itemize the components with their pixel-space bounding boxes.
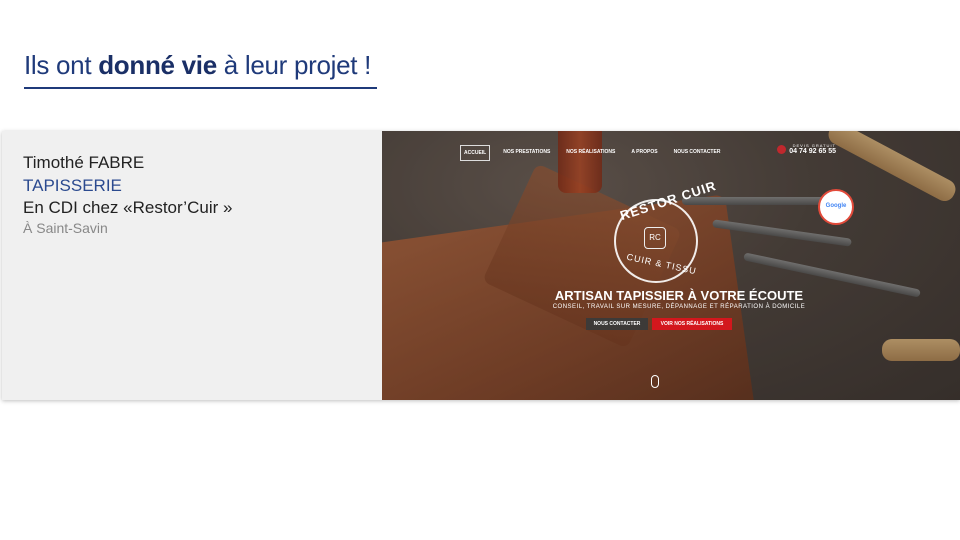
phone-number[interactable]: 04 74 92 65 55: [789, 148, 836, 155]
nav-contact[interactable]: NOUS CONTACTER: [671, 145, 724, 161]
nav-a-propos[interactable]: A PROPOS: [628, 145, 660, 161]
title-part2: à leur projet !: [216, 50, 372, 80]
phone-icon: [777, 145, 786, 154]
website-screenshot: ACCUEIL NOS PRESTATIONS NOS RÉALISATIONS…: [382, 131, 960, 400]
hero-subline-text: CONSEIL, TRAVAIL SUR MESURE, DÉPANNAGE E…: [552, 304, 806, 310]
testimonial-card: Timothé FABRE TAPISSERIE En CDI chez «Re…: [2, 131, 960, 400]
person-location: À Saint-Savin: [23, 220, 108, 236]
hero-headline-text: ARTISAN TAPISSIER À VOTRE ÉCOUTE: [554, 288, 804, 303]
nav-realisations[interactable]: NOS RÉALISATIONS: [563, 145, 618, 161]
person-trade: TAPISSERIE: [23, 176, 122, 195]
nav-prestations[interactable]: NOS PRESTATIONS: [500, 145, 553, 161]
scroll-indicator-icon[interactable]: [651, 375, 659, 388]
hero-subline: CONSEIL, TRAVAIL SUR MESURE, DÉPANNAGE E…: [382, 304, 960, 310]
page-title: Ils ont donné vie à leur projet !: [24, 50, 371, 81]
google-badge[interactable]: Google: [818, 189, 854, 225]
person-info-panel: Timothé FABRE TAPISSERIE En CDI chez «Re…: [2, 131, 382, 400]
title-part1: Ils ont: [24, 50, 99, 80]
nav-accueil[interactable]: ACCUEIL: [460, 145, 491, 161]
realisations-button[interactable]: VOIR NOS RÉALISATIONS: [652, 318, 732, 330]
contact-button[interactable]: NOUS CONTACTER: [586, 318, 648, 330]
person-name: Timothé FABRE: [23, 153, 145, 172]
title-underline: [24, 87, 377, 89]
phone-block[interactable]: DEVIS GRATUIT 04 74 92 65 55: [789, 143, 836, 155]
logo-monogram: RC: [644, 227, 666, 249]
person-job: En CDI chez «Restor’Cuir »: [23, 198, 233, 217]
hero-headline: ARTISAN TAPISSIER À VOTRE ÉCOUTE: [382, 288, 960, 303]
title-bold: donné vie: [98, 50, 217, 80]
site-nav: ACCUEIL NOS PRESTATIONS NOS RÉALISATIONS…: [460, 145, 723, 161]
